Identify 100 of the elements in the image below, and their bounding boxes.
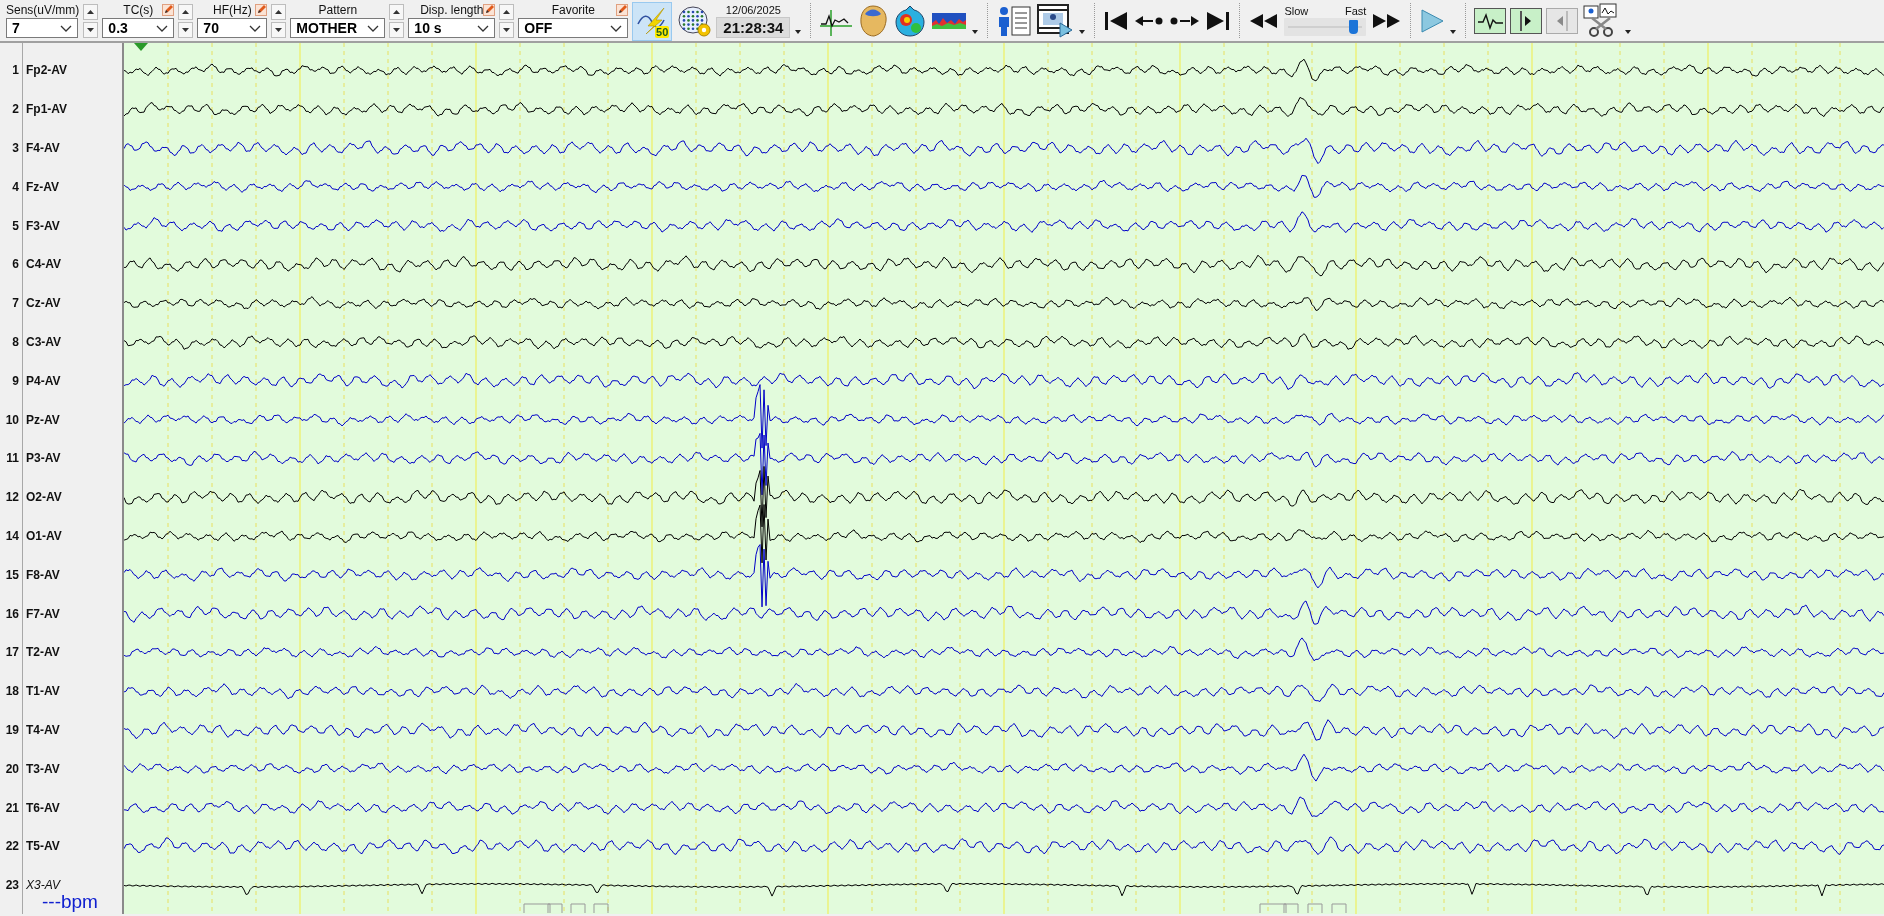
- pencil-icon[interactable]: [616, 4, 629, 16]
- spin-up-button[interactable]: [499, 4, 515, 20]
- channel-label: Fp2-AV: [26, 63, 68, 78]
- film-play-icon[interactable]: [1036, 2, 1075, 39]
- channel-label: P3-AV: [26, 451, 61, 466]
- channel-number: 2: [11, 102, 19, 117]
- channel-label: Fp1-AV: [26, 102, 68, 117]
- down-arrow-icon: [503, 28, 511, 32]
- channel-label: P4-AV: [26, 373, 61, 388]
- frame-forward-button[interactable]: [1510, 7, 1543, 34]
- channel-number: 9: [11, 373, 19, 388]
- down-arrow-icon: [393, 28, 401, 32]
- channel-label: F4-AV: [26, 141, 60, 155]
- channel-number: 20: [4, 761, 19, 776]
- fast-label: Fast: [1345, 5, 1367, 17]
- chevron-icon: [477, 24, 490, 32]
- channel-number: 8: [11, 334, 19, 349]
- dropdown-field[interactable]: 0.3: [102, 18, 175, 38]
- dropdown-field[interactable]: MOTHER: [290, 18, 386, 38]
- field-label: Sens(uV/mm): [6, 3, 80, 17]
- channel-number: 14: [4, 528, 19, 543]
- caret-icon[interactable]: [1078, 29, 1087, 35]
- slider-thumb[interactable]: [1349, 20, 1359, 34]
- chevron-icon: [367, 24, 380, 32]
- event-marker: [593, 903, 609, 914]
- head-map-icon[interactable]: [893, 3, 928, 38]
- channel-label: C4-AV: [26, 257, 62, 272]
- channel-number: 11: [5, 451, 19, 466]
- channel-label: F8-AV: [26, 567, 60, 582]
- event-marker: [1331, 903, 1347, 914]
- spin-down-button[interactable]: [389, 22, 405, 38]
- play-back-icon: [1555, 10, 1570, 31]
- spin-up-button[interactable]: [271, 4, 287, 20]
- chevron-icon: [610, 24, 623, 32]
- skip-end-icon[interactable]: [1205, 9, 1232, 32]
- head-gear-icon[interactable]: [676, 3, 713, 38]
- caret-icon[interactable]: [1449, 29, 1458, 35]
- channel-label: T4-AV: [26, 722, 60, 737]
- chevron-icon: [60, 24, 72, 32]
- dropdown-field[interactable]: 10 s: [408, 18, 496, 38]
- channel-label: T2-AV: [26, 645, 60, 660]
- channel-label: F7-AV: [26, 606, 60, 621]
- time-display: 21:28:34: [716, 16, 791, 38]
- lightning-wave-icon: [636, 6, 667, 34]
- skip-start-icon[interactable]: [1103, 9, 1130, 32]
- spin-down-button[interactable]: [83, 22, 99, 38]
- person-document-icon[interactable]: [996, 3, 1033, 38]
- up-arrow-icon: [182, 10, 190, 14]
- pencil-icon[interactable]: [483, 4, 496, 16]
- channel-label: C3-AV: [26, 334, 62, 349]
- head-icon[interactable]: [857, 3, 890, 38]
- channel-label: T6-AV: [26, 800, 60, 815]
- channel-label: O2-AV: [26, 490, 62, 505]
- up-arrow-icon: [275, 10, 283, 14]
- spectrum-icon[interactable]: [931, 10, 968, 31]
- caret-icon[interactable]: [1624, 29, 1633, 35]
- channel-label: Fz-AV: [26, 179, 60, 194]
- channel-number: 1: [11, 63, 19, 78]
- down-arrow-icon: [182, 28, 190, 32]
- up-arrow-icon: [503, 10, 511, 14]
- down-arrow-icon: [87, 28, 95, 32]
- chevron-icon: [156, 24, 169, 32]
- channel-number: 16: [4, 606, 19, 621]
- event-marker: [570, 903, 586, 914]
- waveform-button[interactable]: [1474, 7, 1507, 34]
- dropdown-field[interactable]: 70: [197, 18, 268, 38]
- date-label: 12/06/2025: [725, 3, 781, 16]
- spin-down-button[interactable]: [499, 22, 515, 38]
- channel-number: 19: [4, 722, 19, 737]
- dropdown-field[interactable]: 7: [6, 18, 78, 38]
- spin-up-button[interactable]: [389, 4, 405, 20]
- dropdown-field[interactable]: OFF: [518, 18, 629, 38]
- pencil-icon[interactable]: [255, 4, 268, 16]
- filter-button[interactable]: 50: [632, 2, 673, 41]
- field-label: Disp. length: [420, 3, 484, 17]
- channel-number: 5: [11, 218, 19, 233]
- caret-icon[interactable]: [794, 29, 803, 35]
- down-arrow-icon: [275, 28, 283, 32]
- spin-down-button[interactable]: [271, 22, 287, 38]
- heart-rate-label: ---bpm: [42, 890, 99, 913]
- pencil-icon[interactable]: [162, 4, 175, 16]
- field-label: Favorite: [551, 3, 596, 17]
- spin-up-button[interactable]: [178, 4, 194, 20]
- channel-number: 4: [11, 179, 19, 194]
- spin-up-button[interactable]: [83, 4, 99, 20]
- up-arrow-icon: [393, 10, 401, 14]
- caret-icon[interactable]: [971, 29, 980, 35]
- speed-slider[interactable]: [1284, 18, 1367, 36]
- field-label: TC(s): [123, 3, 154, 17]
- channel-number: 21: [4, 800, 19, 815]
- channel-number: 12: [4, 490, 19, 505]
- slow-label: Slow: [1284, 5, 1309, 17]
- channel-label: Pz-AV: [26, 412, 60, 427]
- channel-number: 15: [4, 567, 19, 582]
- event-marker: [1307, 903, 1323, 914]
- spin-down-button[interactable]: [178, 22, 194, 38]
- channel-label: Cz-AV: [26, 296, 61, 311]
- channel-label: X3-AV: [26, 878, 61, 893]
- channel-number: 7: [11, 296, 19, 311]
- channel-number: 22: [4, 839, 19, 854]
